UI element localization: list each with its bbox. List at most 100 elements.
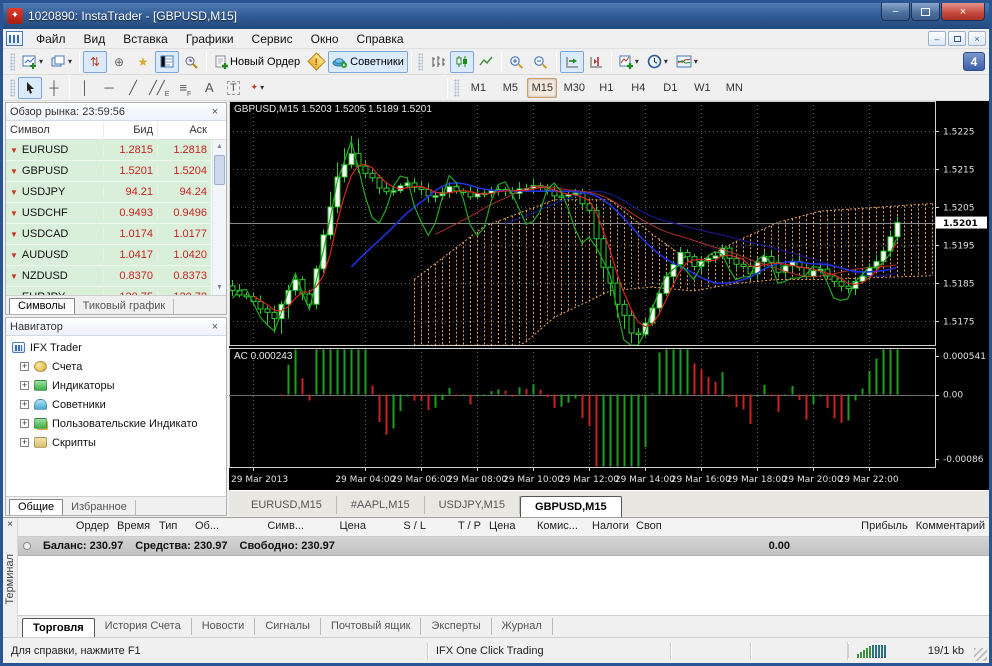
timeframe-button[interactable]: D1 — [655, 78, 685, 98]
toolbar-grip[interactable] — [10, 52, 15, 71]
navigator-root-item[interactable]: IFX Trader — [6, 338, 226, 357]
important-button[interactable]: ! — [304, 51, 328, 73]
navigator-item[interactable]: + Скрипты — [6, 433, 226, 452]
timeframe-button[interactable]: M5 — [495, 78, 525, 98]
timeframe-button[interactable]: H1 — [591, 78, 621, 98]
market-watch-tab[interactable]: Тиковый график — [75, 299, 175, 314]
terminal-column-header[interactable]: Тип — [155, 518, 191, 536]
expert-advisors-button[interactable]: Советники — [328, 50, 408, 73]
terminal-tab[interactable]: История Счета — [95, 618, 192, 635]
chart-tab[interactable]: GBPUSD,M15 — [520, 496, 622, 517]
terminal-column-header[interactable]: Налоги — [588, 518, 632, 536]
channel-tool[interactable]: ╱╱ E — [145, 77, 173, 99]
terminal-column-header[interactable]: Комментарий — [912, 518, 989, 536]
timeframe-button[interactable]: M30 — [559, 78, 589, 98]
resize-grip[interactable] — [974, 648, 987, 661]
menu-item[interactable]: Справка — [348, 30, 413, 48]
profiles-button[interactable]: ▾ — [47, 51, 76, 73]
menu-item[interactable]: Файл — [27, 30, 75, 48]
chart-tab[interactable]: #AAPL,M15 — [337, 496, 425, 514]
minimize-button[interactable]: – — [881, 3, 910, 21]
market-watch-scrollbar[interactable]: ▲ ▼ — [212, 140, 226, 295]
strategy-tester-button[interactable] — [179, 51, 203, 73]
candlestick-button[interactable] — [449, 50, 474, 73]
terminal-column-header[interactable]: Цена — [308, 518, 370, 536]
zoom-in-button[interactable] — [505, 51, 529, 73]
timeframe-button[interactable]: MN — [719, 78, 749, 98]
navigator-tab[interactable]: Общие — [9, 499, 64, 515]
market-watch-tab[interactable]: Символы — [9, 298, 75, 314]
market-watch-row[interactable]: ▼ NZDUSD 0.8370 0.8373 — [6, 266, 211, 287]
terminal-column-header[interactable]: Симв... — [238, 518, 308, 536]
bid-column-header[interactable]: Бид — [103, 122, 157, 138]
timeframe-button[interactable]: M1 — [463, 78, 493, 98]
bar-chart-button[interactable] — [426, 51, 450, 73]
navigator-toggle[interactable]: ★ — [131, 51, 155, 73]
data-window-button[interactable]: ⊕ — [107, 51, 131, 73]
timeframe-button[interactable]: M15 — [527, 77, 558, 98]
market-watch-toggle[interactable]: ⇅ — [83, 50, 108, 73]
terminal-column-header[interactable]: S / L — [370, 518, 430, 536]
chart-tab[interactable]: EURUSD,M15 — [237, 496, 337, 514]
terminal-column-header[interactable]: Прибыль — [687, 518, 912, 536]
navigator-item[interactable]: + Счета — [6, 357, 226, 376]
terminal-tab[interactable]: Сигналы — [255, 618, 321, 635]
toolbar-grip[interactable] — [417, 52, 423, 71]
indicators-button[interactable]: ▾ — [615, 51, 643, 73]
close-button[interactable]: × — [941, 3, 985, 21]
navigator-item[interactable]: + Советники — [6, 395, 226, 414]
expand-icon[interactable]: + — [20, 419, 29, 428]
timeframe-button[interactable]: W1 — [687, 78, 717, 98]
toolbar-grip[interactable] — [454, 78, 460, 97]
chart-shift-toggle[interactable] — [584, 51, 608, 73]
horizontal-line-tool[interactable]: ─ — [97, 77, 121, 99]
child-restore-button[interactable] — [948, 31, 966, 46]
zoom-out-button[interactable] — [529, 51, 553, 73]
trendline-tool[interactable]: ╱ — [121, 77, 145, 99]
text-tool[interactable]: A — [197, 77, 221, 99]
navigator-item[interactable]: + Индикаторы — [6, 376, 226, 395]
terminal-column-header[interactable]: Об... — [191, 518, 238, 536]
line-chart-button[interactable] — [474, 51, 498, 73]
menu-item[interactable]: Вставка — [114, 30, 177, 48]
scroll-up-icon[interactable]: ▲ — [213, 140, 226, 154]
market-watch-row[interactable]: ▼ USDCHF 0.9493 0.9496 — [6, 203, 211, 224]
market-watch-row[interactable]: ▼ AUDUSD 1.0417 1.0420 — [6, 245, 211, 266]
terminal-column-header[interactable]: Своп — [632, 518, 687, 536]
market-watch-row[interactable]: ▼ USDJPY 94.21 94.24 — [6, 182, 211, 203]
timeframe-button[interactable]: H4 — [623, 78, 653, 98]
autoscroll-toggle[interactable] — [559, 50, 584, 73]
expand-icon[interactable]: + — [20, 438, 29, 447]
menu-item[interactable]: Окно — [302, 30, 348, 48]
menu-item[interactable]: Вид — [75, 30, 115, 48]
expand-icon[interactable]: + — [20, 381, 29, 390]
title-bar[interactable]: ✦ 1020890: InstaTrader - [GBPUSD,M15] – … — [3, 3, 989, 29]
terminal-column-header[interactable]: Цена — [485, 518, 533, 536]
market-watch-row[interactable]: ▼ GBPUSD 1.5201 1.5204 — [6, 161, 211, 182]
terminal-tab[interactable]: Эксперты — [421, 618, 492, 635]
cursor-tool[interactable] — [18, 76, 42, 99]
vertical-line-tool[interactable]: │ — [73, 77, 97, 99]
terminal-column-header[interactable]: Время — [113, 518, 155, 536]
child-minimize-button[interactable]: – — [928, 31, 946, 46]
toolbar-grip[interactable] — [10, 78, 15, 97]
terminal-tab[interactable]: Новости — [192, 618, 256, 635]
restore-button[interactable] — [911, 3, 940, 21]
shapes-dropdown[interactable]: ✦ ▾ — [245, 77, 269, 99]
menu-item[interactable]: Сервис — [243, 30, 302, 48]
fibonacci-tool[interactable]: ≡ F — [173, 77, 197, 99]
terminal-toggle[interactable] — [155, 50, 180, 73]
market-watch-title-bar[interactable]: Обзор рынка: 23:59:56 × — [6, 103, 226, 121]
crosshair-tool[interactable]: ┼ — [42, 77, 66, 99]
notifications-badge[interactable]: 4 — [963, 52, 985, 71]
terminal-tab[interactable]: Журнал — [492, 618, 553, 635]
child-close-button[interactable]: × — [968, 31, 986, 46]
terminal-tab[interactable]: Торговля — [22, 618, 95, 637]
navigator-item[interactable]: + Пользовательские Индикато — [6, 414, 226, 433]
terminal-close-icon[interactable]: × — [7, 518, 13, 532]
new-chart-button[interactable]: ▾ — [18, 51, 47, 73]
chart-canvas[interactable] — [229, 101, 989, 490]
market-watch-row[interactable]: ▼ USDCAD 1.0174 1.0177 — [6, 224, 211, 245]
scroll-down-icon[interactable]: ▼ — [213, 281, 226, 295]
market-watch-row[interactable]: ▼ EURUSD 1.2815 1.2818 — [6, 140, 211, 161]
